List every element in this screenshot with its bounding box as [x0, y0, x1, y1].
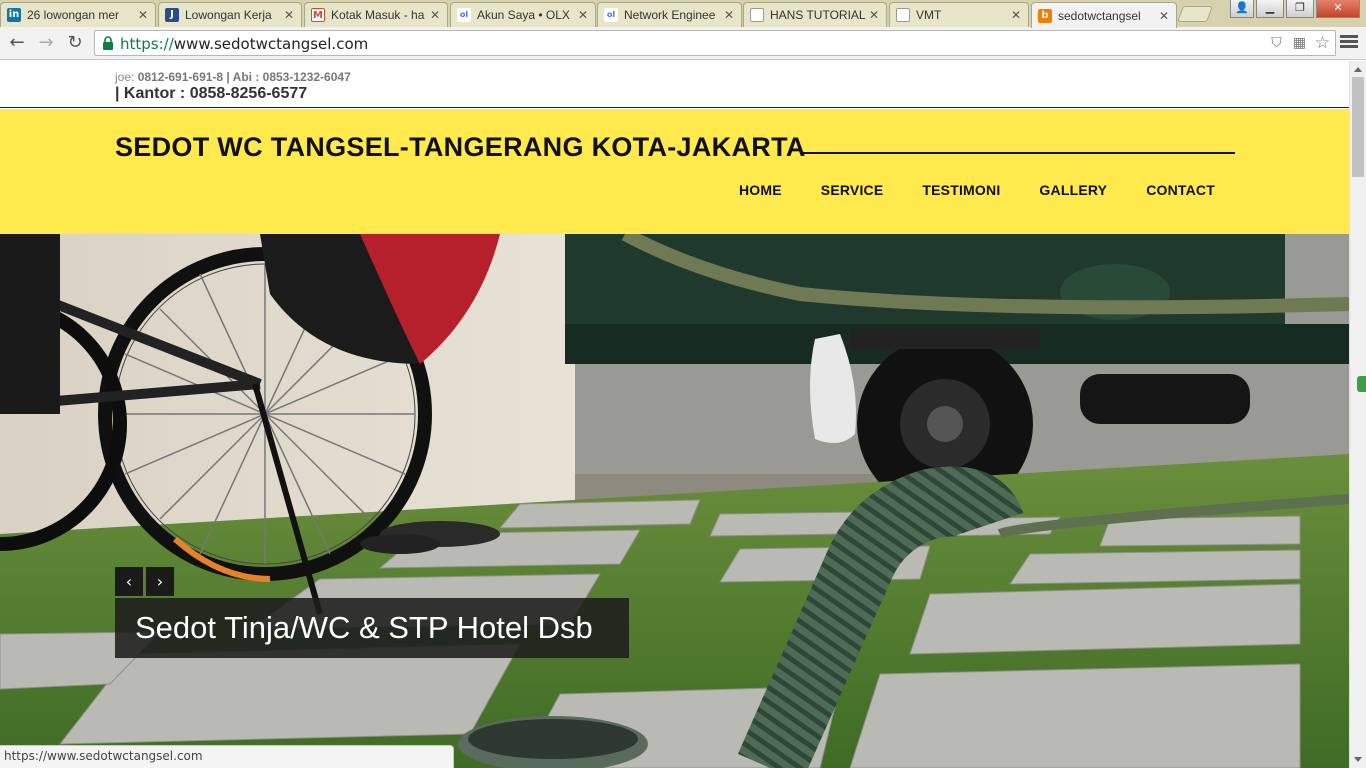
scroll-down-icon[interactable]: [1354, 757, 1362, 762]
close-tab-icon[interactable]: ✕: [1158, 9, 1170, 23]
window-controls: 👤 ▁ ❐ ✕: [1230, 0, 1360, 18]
tab-title: 26 lowongan mer: [27, 8, 120, 22]
close-tab-icon[interactable]: ✕: [723, 8, 735, 22]
url-host: www.sedotwctangsel.com: [173, 35, 369, 53]
slider-next-button[interactable]: ›: [146, 567, 174, 596]
blogger-icon: b: [1038, 8, 1052, 23]
tab-linkedin[interactable]: in 26 lowongan mer ✕: [0, 2, 156, 27]
close-tab-icon[interactable]: ✕: [137, 8, 149, 22]
browser-toolbar: ← → ↻ https://www.sedotwctangsel.com ⛉ ▦…: [0, 27, 1366, 60]
office-phone: | Kantor : 0858-8256-6577: [115, 85, 308, 102]
hero-photo: [0, 234, 1349, 768]
maximize-icon[interactable]: ❐: [1286, 0, 1314, 18]
close-tab-icon[interactable]: ✕: [577, 8, 589, 22]
linkedin-icon: in: [7, 8, 21, 22]
tab-olx-akun[interactable]: ol Akun Saya • OLX ✕: [450, 2, 596, 27]
minimize-icon[interactable]: ▁: [1256, 0, 1284, 18]
user-icon[interactable]: 👤: [1230, 0, 1254, 18]
jobs-icon: J: [165, 8, 179, 22]
shield-icon[interactable]: ⛉: [1268, 35, 1285, 52]
page-icon: [750, 8, 764, 22]
scroll-thumb[interactable]: [1352, 77, 1364, 177]
tab-olx-network[interactable]: ol Network Enginee ✕: [597, 2, 742, 27]
title-underline: [800, 152, 1235, 154]
nav-home[interactable]: HOME: [739, 182, 782, 198]
scroll-up-icon[interactable]: [1354, 67, 1362, 72]
translate-icon[interactable]: ▦: [1291, 35, 1308, 52]
tab-hans-tutorial[interactable]: HANS TUTORIAL ✕: [743, 2, 887, 27]
tab-title: Kotak Masuk - ha: [331, 8, 425, 22]
tab-title: sedotwctangsel: [1058, 8, 1141, 23]
close-tab-icon[interactable]: ✕: [868, 8, 880, 22]
new-tab-button[interactable]: [1177, 6, 1213, 22]
contact-topbar: joe: 0812-691-691-8 | Abi : 0853-1232-60…: [0, 61, 1349, 108]
close-window-icon[interactable]: ✕: [1316, 0, 1360, 18]
tab-title: Lowongan Kerja: [185, 8, 272, 22]
page-icon: [896, 8, 910, 22]
gmail-icon: M: [311, 8, 325, 22]
tab-strip: in 26 lowongan mer ✕ J Lowongan Kerja ✕ …: [0, 0, 1366, 28]
hero-slider: ‹ › Sedot Tinja/WC & STP Hotel Dsb: [0, 234, 1349, 768]
url-text: https://www.sedotwctangsel.com: [120, 35, 368, 53]
olx-icon: ol: [604, 8, 618, 22]
reload-icon[interactable]: ↻: [64, 32, 86, 54]
slide-caption: Sedot Tinja/WC & STP Hotel Dsb: [115, 598, 629, 658]
forward-arrow-icon[interactable]: →: [35, 32, 57, 54]
close-tab-icon[interactable]: ✕: [1010, 8, 1022, 22]
page-viewport: joe: 0812-691-691-8 | Abi : 0853-1232-60…: [0, 61, 1349, 768]
tab-vmt[interactable]: VMT ✕: [889, 2, 1029, 27]
close-tab-icon[interactable]: ✕: [429, 8, 441, 22]
nav-contact[interactable]: CONTACT: [1146, 182, 1215, 198]
contact-numbers: joe: 0812-691-691-8 | Abi : 0853-1232-60…: [115, 70, 351, 84]
url-scheme: https://: [120, 35, 174, 53]
slider-prev-button[interactable]: ‹: [115, 567, 143, 596]
address-bar[interactable]: https://www.sedotwctangsel.com ⛉ ▦ ☆: [94, 30, 1336, 56]
lock-icon: [103, 36, 113, 50]
contact-phones: 0812-691-691-8 | Abi : 0853-1232-6047: [137, 70, 351, 84]
nav-testimoni[interactable]: TESTIMONI: [922, 182, 1000, 198]
tab-title: Network Enginee: [624, 8, 716, 22]
tab-sedotwctangsel[interactable]: b sedotwctangsel ✕: [1031, 2, 1177, 28]
site-header: SEDOT WC TANGSEL-TANGERANG KOTA-JAKARTA …: [0, 109, 1349, 234]
olx-icon: ol: [457, 8, 471, 22]
tab-gmail[interactable]: M Kotak Masuk - ha ✕: [304, 2, 448, 27]
main-nav: HOME SERVICE TESTIMONI GALLERY CONTACT: [700, 182, 1215, 198]
close-tab-icon[interactable]: ✕: [283, 8, 295, 22]
contact-label: joe:: [115, 70, 138, 84]
bookmark-star-icon[interactable]: ☆: [1314, 35, 1331, 52]
page-scrollbar[interactable]: [1349, 61, 1366, 768]
tab-title: HANS TUTORIAL: [770, 8, 866, 22]
status-bar: https://www.sedotwctangsel.com: [0, 745, 454, 768]
back-arrow-icon[interactable]: ←: [6, 32, 28, 54]
menu-icon[interactable]: [1340, 33, 1358, 53]
tab-lowongan[interactable]: J Lowongan Kerja ✕: [158, 2, 302, 27]
side-widget-tab[interactable]: [1357, 376, 1366, 392]
nav-gallery[interactable]: GALLERY: [1039, 182, 1107, 198]
site-title[interactable]: SEDOT WC TANGSEL-TANGERANG KOTA-JAKARTA: [115, 132, 806, 163]
nav-service[interactable]: SERVICE: [821, 182, 884, 198]
tab-title: Akun Saya • OLX: [477, 8, 570, 22]
tab-title: VMT: [916, 8, 942, 22]
